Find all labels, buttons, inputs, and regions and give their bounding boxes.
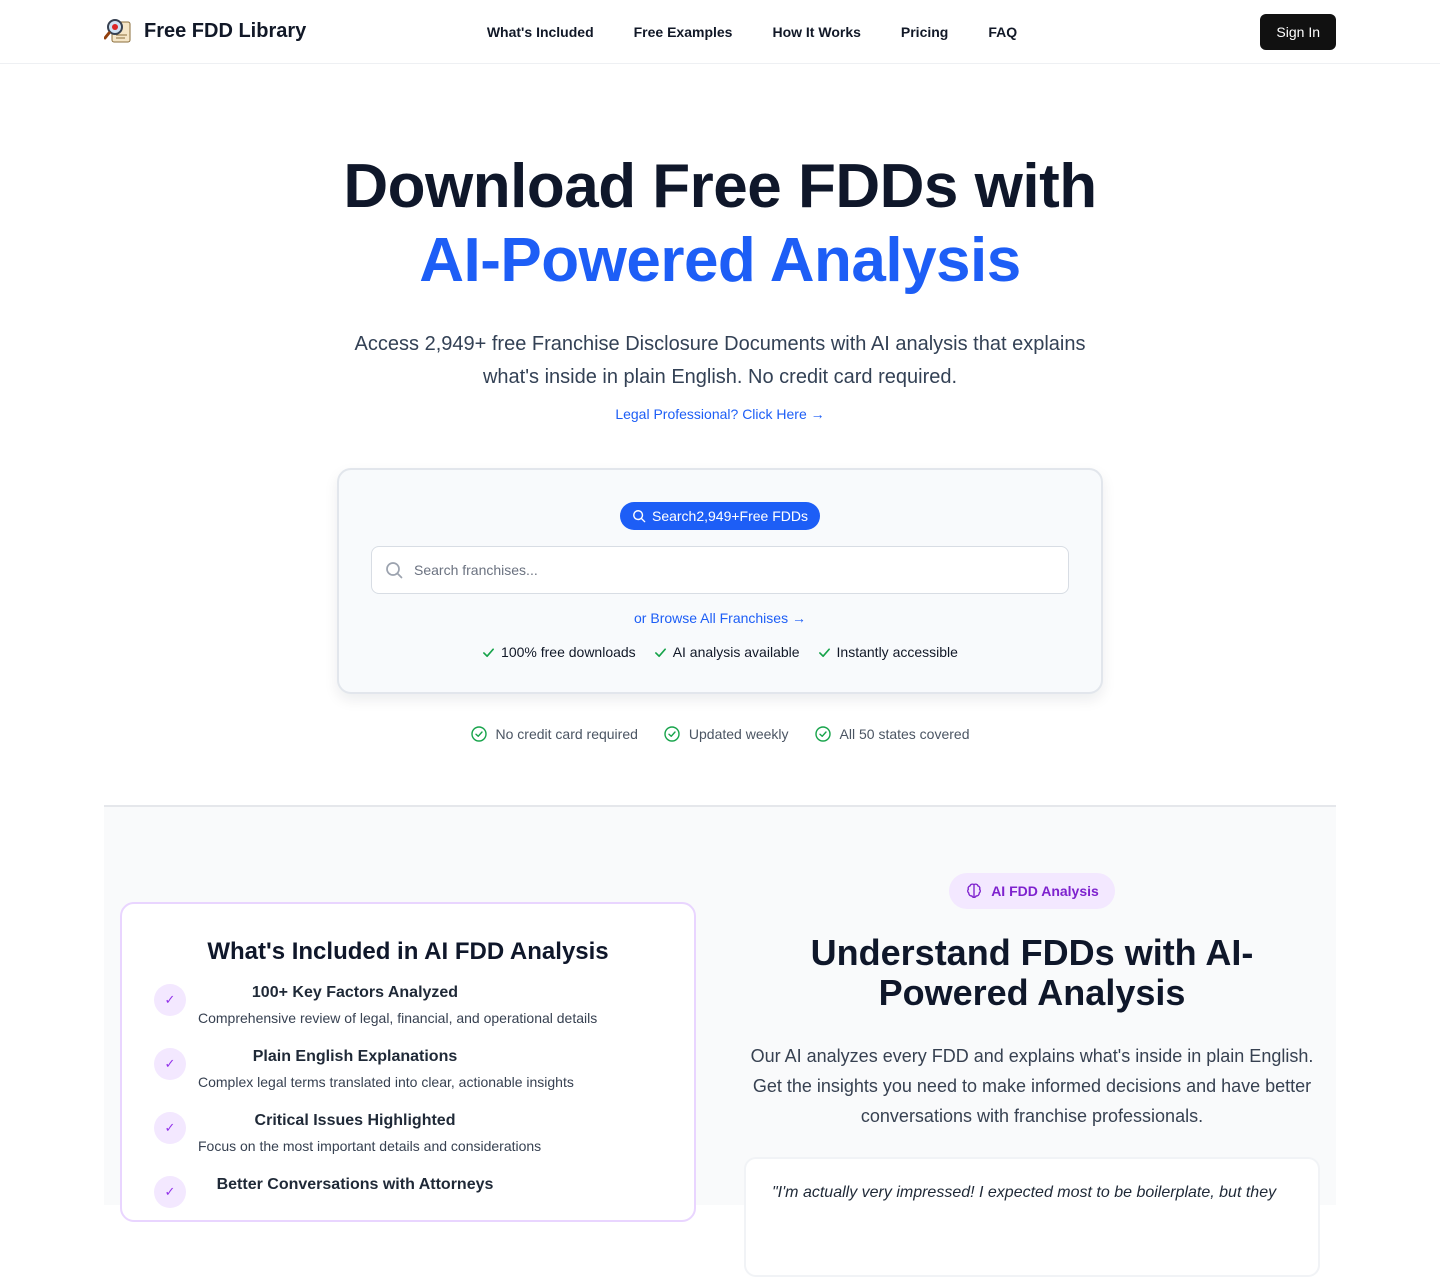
list-item: ✓ 100+ Key Factors Analyzed Comprehensiv… xyxy=(122,980,694,1044)
feature-item: 100% free downloads xyxy=(482,644,636,660)
hero-subtitle: Access 2,949+ free Franchise Disclosure … xyxy=(354,333,1086,388)
legal-professional-link[interactable]: Legal Professional? Click Here → xyxy=(615,406,824,422)
nav-link-faq[interactable]: FAQ xyxy=(988,24,1017,40)
search-card: Search2,949+Free FDDs or Browse All Fran… xyxy=(337,468,1103,694)
check-icon xyxy=(654,647,666,657)
feature-item: AI analysis available xyxy=(654,644,800,660)
hero-title: Download Free FDDs with AI-Powered Analy… xyxy=(0,150,1440,298)
sign-in-button[interactable]: Sign In xyxy=(1260,14,1336,50)
check-circle-icon xyxy=(664,726,680,742)
ai-analysis-badge: AI FDD Analysis xyxy=(949,873,1115,909)
nav-link-pricing[interactable]: Pricing xyxy=(901,24,948,40)
search-input[interactable] xyxy=(414,562,1056,578)
testimonial-card: "I'm actually very impressed! I expected… xyxy=(744,1157,1320,1277)
browse-all-franchises-link[interactable]: or Browse All Franchises → xyxy=(634,610,806,626)
search-pill-label: Search2,949+Free FDDs xyxy=(651,508,809,524)
whats-included-title: What's Included in AI FDD Analysis xyxy=(207,938,609,965)
ai-analysis-section: What's Included in AI FDD Analysis ✓ 100… xyxy=(104,805,1336,1277)
included-item-desc: Complex legal terms translated into clea… xyxy=(198,1074,574,1090)
hero-title-line1: Download Free FDDs with xyxy=(343,152,1097,221)
trust-label: No credit card required xyxy=(495,726,638,742)
trust-label: Updated weekly xyxy=(688,726,789,742)
search-box[interactable] xyxy=(371,546,1069,594)
check-circle-icon xyxy=(814,726,831,742)
feature-label: Instantly accessible xyxy=(836,644,958,660)
hero-title-line2: AI-Powered Analysis xyxy=(419,226,1021,295)
trust-item: No credit card required xyxy=(470,726,638,742)
feature-label: 100% free downloads xyxy=(501,644,636,660)
search-icon xyxy=(633,510,646,523)
analysis-intro: AI FDD Analysis Understand FDDs with AI-… xyxy=(744,807,1320,1277)
whats-included-card: What's Included in AI FDD Analysis ✓ 100… xyxy=(120,902,696,1222)
hero-section: Download Free FDDs with AI-Powered Analy… xyxy=(0,64,1440,742)
ai-analysis-badge-label: AI FDD Analysis xyxy=(991,883,1099,899)
list-item: ✓ Better Conversations with Attorneys xyxy=(122,1172,694,1236)
search-icon xyxy=(386,562,403,579)
included-item-title: Critical Issues Highlighted xyxy=(254,1112,456,1129)
check-icon: ✓ xyxy=(154,984,186,1016)
check-icon: ✓ xyxy=(154,1048,186,1080)
nav-links: What's Included Free Examples How It Wor… xyxy=(0,0,1440,64)
check-circle-icon xyxy=(470,726,487,742)
trust-item: Updated weekly xyxy=(664,726,789,742)
trust-label: All 50 states covered xyxy=(839,726,970,742)
nav-link-how-it-works[interactable]: How It Works xyxy=(772,24,860,40)
included-list: ✓ 100+ Key Factors Analyzed Comprehensiv… xyxy=(122,980,694,1236)
check-icon: ✓ xyxy=(154,1176,186,1208)
search-features: 100% free downloads AI analysis availabl… xyxy=(371,644,1069,660)
check-icon xyxy=(818,647,830,657)
brain-icon xyxy=(967,883,982,899)
included-item-title: Plain English Explanations xyxy=(252,1048,458,1065)
list-item: ✓ Critical Issues Highlighted Focus on t… xyxy=(122,1108,694,1172)
nav-link-free-examples[interactable]: Free Examples xyxy=(634,24,733,40)
analysis-title: Understand FDDs with AI-Powered Analysis xyxy=(810,932,1254,1013)
included-item-title: Better Conversations with Attorneys xyxy=(216,1176,494,1193)
check-icon: ✓ xyxy=(154,1112,186,1144)
included-item-desc: Comprehensive review of legal, financial… xyxy=(198,1010,598,1026)
feature-label: AI analysis available xyxy=(672,644,800,660)
top-nav: Free FDD Library What's Included Free Ex… xyxy=(0,0,1440,64)
testimonial-quote: "I'm actually very impressed! I expected… xyxy=(772,1184,1277,1201)
feature-item: Instantly accessible xyxy=(818,644,958,660)
search-count-pill[interactable]: Search2,949+Free FDDs xyxy=(619,502,821,530)
analysis-description: Our AI analyzes every FDD and explains w… xyxy=(750,1046,1314,1126)
trust-item: All 50 states covered xyxy=(814,726,970,742)
included-item-title: 100+ Key Factors Analyzed xyxy=(251,984,459,1001)
list-item: ✓ Plain English Explanations Complex leg… xyxy=(122,1044,694,1108)
included-item-desc: Focus on the most important details and … xyxy=(198,1138,542,1154)
trust-row: No credit card required Updated weekly A… xyxy=(0,726,1440,742)
nav-link-whats-included[interactable]: What's Included xyxy=(487,24,594,40)
check-icon xyxy=(483,647,495,657)
